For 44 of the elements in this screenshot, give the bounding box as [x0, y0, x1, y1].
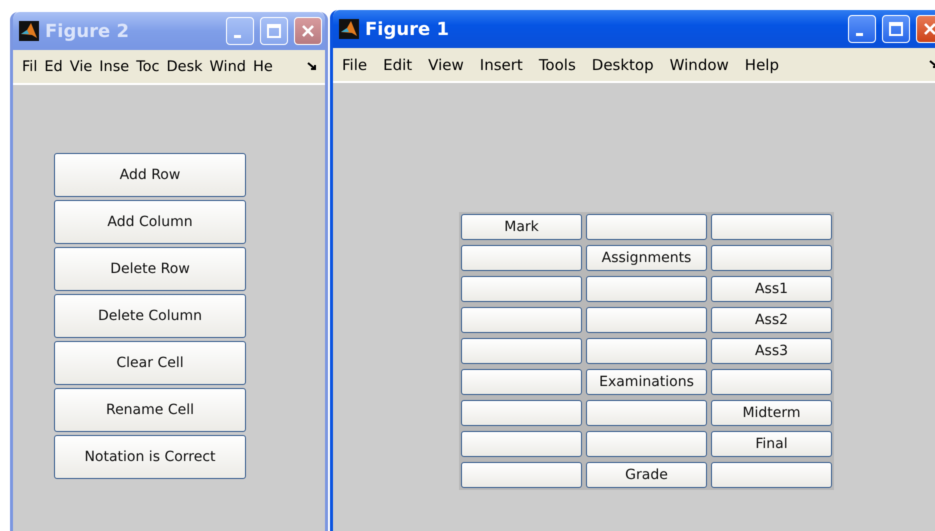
grid-cell-button[interactable]	[586, 307, 707, 333]
grid-cell-button[interactable]	[586, 338, 707, 364]
grid-cell-button[interactable]	[711, 214, 832, 240]
grid-cell-button[interactable]: Mark	[461, 214, 582, 240]
grid-cell-button[interactable]	[586, 214, 707, 240]
grid-cell-button[interactable]	[461, 338, 582, 364]
menu-item[interactable]: View	[425, 56, 467, 74]
grid-cell-button[interactable]: Final	[711, 431, 832, 457]
menu-item[interactable]: Desktop	[588, 56, 657, 74]
maximize-icon	[264, 21, 284, 41]
minimize-button[interactable]	[848, 15, 876, 43]
grid-cell-button[interactable]	[586, 276, 707, 302]
menu-item[interactable]: Tools	[536, 56, 579, 74]
grid-cell-button[interactable]	[461, 276, 582, 302]
minimize-icon	[234, 34, 241, 38]
menu-item[interactable]: Window	[666, 56, 732, 74]
grid-cell-button[interactable]: Examinations	[586, 369, 707, 395]
grid-cell-button[interactable]	[711, 369, 832, 395]
grid-cell-button[interactable]: Midterm	[711, 400, 832, 426]
grid-cell-button[interactable]	[461, 369, 582, 395]
menu-item[interactable]: Edit	[380, 56, 416, 74]
menu-item[interactable]: Insert	[476, 56, 526, 74]
grid-cell-button[interactable]	[461, 307, 582, 333]
grid-cell-button[interactable]	[586, 400, 707, 426]
grid-cell-button[interactable]	[461, 400, 582, 426]
window-title: Figure 1	[365, 18, 450, 40]
maximize-button[interactable]	[882, 15, 910, 43]
grid-cell-button[interactable]	[711, 245, 832, 271]
menu-item[interactable]: File	[339, 56, 370, 74]
window-title: Figure 2	[45, 20, 130, 42]
grid-cell-button[interactable]	[461, 462, 582, 488]
grid-cell-button[interactable]	[711, 462, 832, 488]
grid-cell-button[interactable]	[461, 431, 582, 457]
minimize-icon	[856, 32, 863, 36]
grid-cell-button[interactable]: Ass1	[711, 276, 832, 302]
grid-cell-button[interactable]: Ass3	[711, 338, 832, 364]
grid-cell-button[interactable]: Ass2	[711, 307, 832, 333]
grid-cell-button[interactable]	[461, 245, 582, 271]
menu-item[interactable]: Help	[742, 56, 782, 74]
maximize-icon	[886, 19, 906, 39]
app-icon[interactable]	[339, 19, 359, 39]
grid-cell-button[interactable]: Grade	[586, 462, 707, 488]
grid-cell-button[interactable]	[586, 431, 707, 457]
grid-cell-button[interactable]: Assignments	[586, 245, 707, 271]
